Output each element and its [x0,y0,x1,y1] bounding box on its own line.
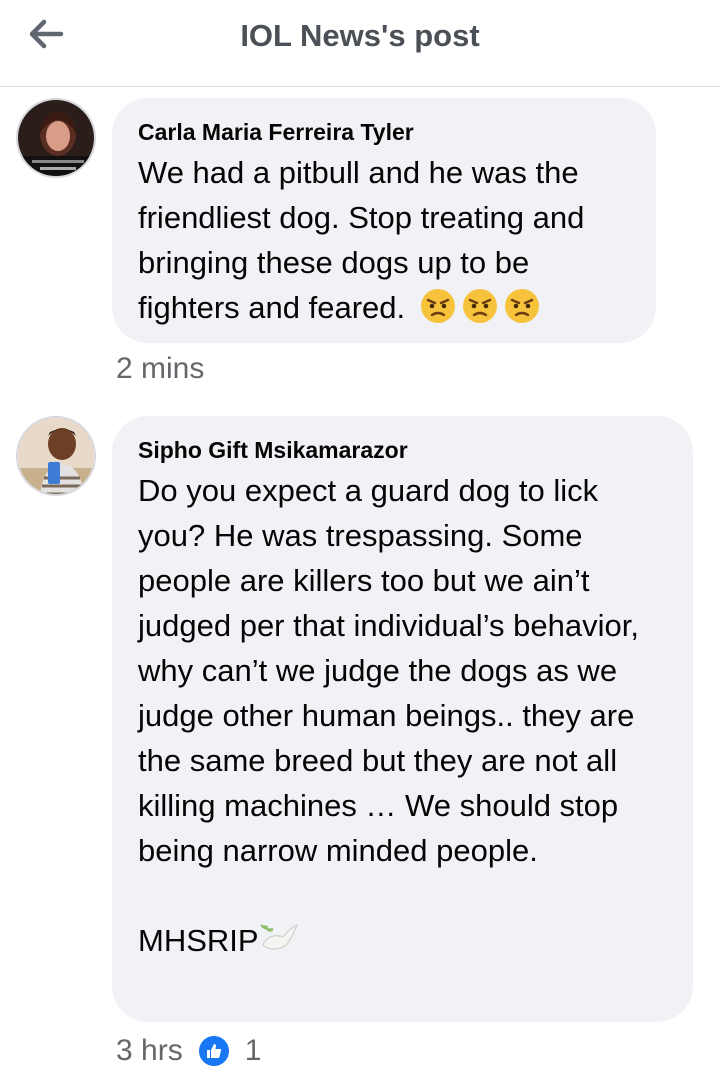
angry-face-icon [420,289,455,323]
top-bar: IOL News's post [0,0,720,87]
comment-meta: 2 mins [116,352,204,386]
comment-signoff: MHSRIP [138,918,667,963]
avatar[interactable] [16,416,96,496]
comment-author[interactable]: Sipho Gift Msikamarazor [138,436,667,464]
page-title: IOL News's post [240,18,480,53]
angry-face-icon [462,289,497,323]
comment-meta: 3 hrs 1 [116,1034,261,1068]
comment-bubble: Sipho Gift Msikamarazor Do you expect a … [112,416,693,1022]
angry-face-icon [504,289,539,323]
comment-timestamp[interactable]: 2 mins [116,352,204,386]
comment-author[interactable]: Carla Maria Ferreira Tyler [138,118,630,146]
like-count[interactable]: 1 [245,1034,262,1068]
signoff-text: MHSRIP [138,923,259,958]
comment-timestamp[interactable]: 3 hrs [116,1034,183,1068]
dove-icon [259,923,298,950]
comment-text: We had a pitbull and he was the friendli… [138,150,630,330]
avatar[interactable] [16,98,96,178]
like-icon[interactable] [196,1034,231,1068]
comment-bubble: Carla Maria Ferreira Tyler We had a pitb… [112,98,656,343]
comment-text: Do you expect a guard dog to lick you? H… [138,473,648,868]
